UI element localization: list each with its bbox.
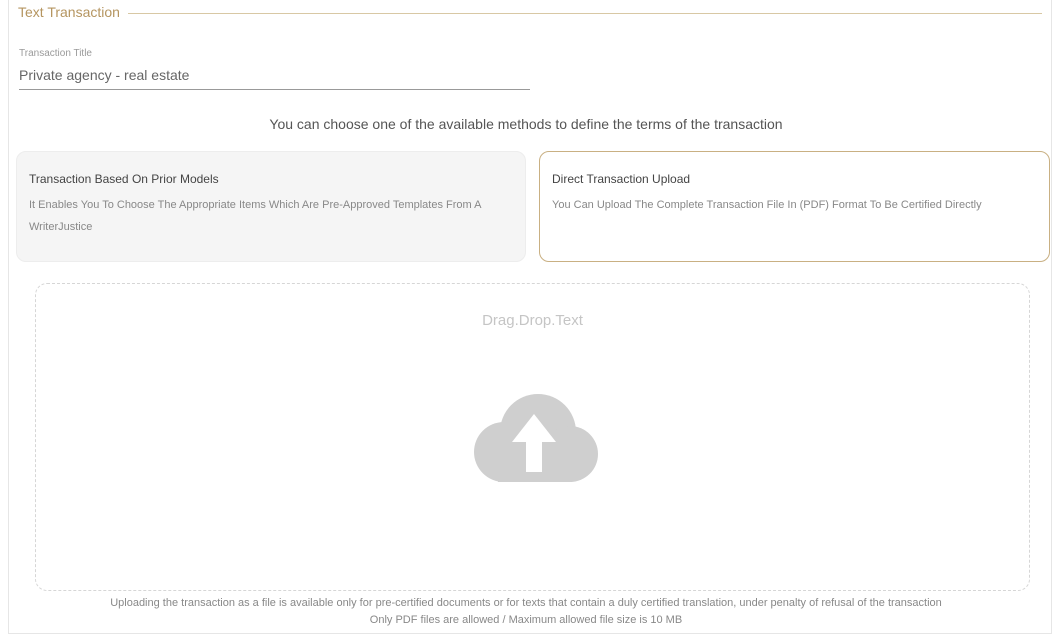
transaction-title-label: Transaction Title: [19, 48, 92, 59]
file-limit-note: Only PDF files are allowed / Maximum all…: [369, 614, 683, 626]
transaction-title-field: Transaction Title: [19, 48, 530, 90]
section-legend: Text Transaction: [18, 4, 130, 20]
file-dropzone[interactable]: Drag.Drop.Text: [35, 283, 1030, 591]
upload-note: Uploading the transaction as a file is a…: [110, 597, 942, 609]
option-direct-upload-title: Direct Transaction Upload: [552, 172, 691, 186]
option-prior-models-description: It Enables You To Choose The Appropriate…: [29, 199, 481, 233]
legend-divider: [128, 13, 1042, 14]
option-prior-models[interactable]: Transaction Based On Prior Models It Ena…: [16, 151, 526, 262]
cloud-upload-icon[interactable]: [468, 392, 600, 488]
transaction-title-input[interactable]: [19, 65, 530, 90]
method-instruction: You can choose one of the available meth…: [269, 116, 783, 132]
option-prior-models-title: Transaction Based On Prior Models: [29, 172, 219, 186]
section-legend-row: Text Transaction: [8, 4, 1050, 22]
option-direct-upload[interactable]: Direct Transaction Upload You Can Upload…: [539, 151, 1050, 262]
option-direct-upload-description: You Can Upload The Complete Transaction …: [552, 199, 982, 211]
dropzone-text: Drag.Drop.Text: [482, 312, 583, 329]
